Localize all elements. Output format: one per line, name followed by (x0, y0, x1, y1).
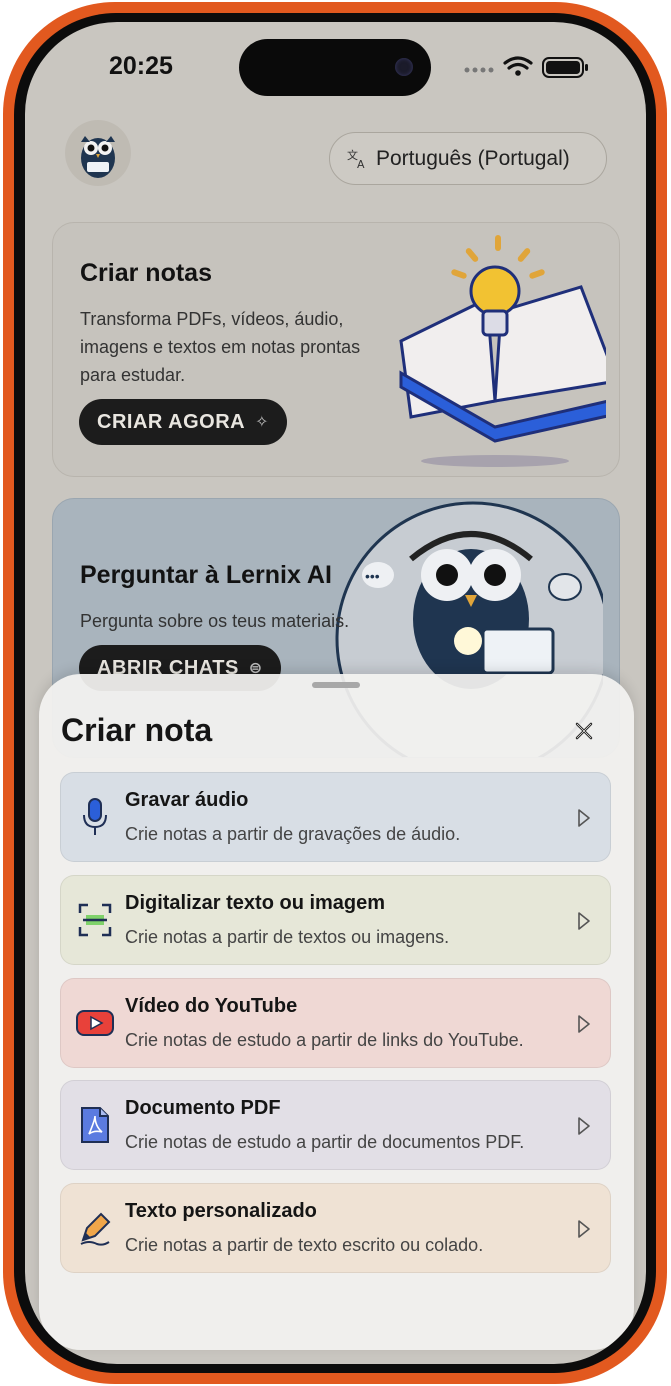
sheet-drag-handle[interactable] (312, 682, 360, 688)
chevron-right-icon (578, 1015, 590, 1033)
card-title: Perguntar à Lernix AI (80, 561, 332, 589)
card-title: Criar notas (80, 259, 212, 287)
option-title: Documento PDF (125, 1097, 281, 1119)
create-notes-card[interactable]: Criar notas Transforma PDFs, vídeos, áud… (52, 222, 620, 477)
close-button[interactable] (569, 716, 599, 746)
microphone-icon (75, 797, 115, 837)
option-title: Vídeo do YouTube (125, 995, 298, 1017)
option-record-audio[interactable]: Gravar áudio Crie notas a partir de grav… (60, 772, 611, 862)
option-scan-text-image[interactable]: Digitalizar texto ou imagem Crie notas a… (60, 875, 611, 965)
status-time: 20:25 (109, 52, 173, 80)
owl-avatar[interactable] (65, 120, 131, 186)
card-description: Transforma PDFs, vídeos, áudio, imagens … (80, 309, 361, 385)
scan-icon (75, 900, 115, 940)
cellular-icon (464, 67, 494, 73)
option-description: Crie notas de estudo a partir de documen… (125, 1132, 525, 1152)
pdf-icon (75, 1105, 115, 1145)
option-title: Gravar áudio (125, 789, 249, 811)
option-description: Crie notas a partir de gravações de áudi… (125, 824, 461, 844)
option-description: Crie notas a partir de texto escrito ou … (125, 1235, 484, 1255)
chevron-right-icon (578, 809, 590, 827)
pen-icon (75, 1208, 115, 1248)
option-youtube-video[interactable]: Vídeo do YouTube Crie notas de estudo a … (60, 978, 611, 1068)
option-title: Texto personalizado (125, 1200, 317, 1222)
card-description: Pergunta sobre os teus materiais. (80, 611, 350, 631)
create-note-sheet: Criar nota Gravar áudio Crie notas a par… (39, 674, 634, 1350)
chevron-right-icon (578, 1117, 590, 1135)
create-now-button[interactable]: CRIAR AGORA ✧ (79, 399, 287, 445)
youtube-icon (75, 1003, 115, 1043)
dynamic-island (239, 39, 431, 96)
option-description: Crie notas de estudo a partir de links d… (125, 1030, 524, 1050)
option-pdf-document[interactable]: Documento PDF Crie notas de estudo a par… (60, 1080, 611, 1170)
wifi-icon (503, 56, 533, 70)
svg-text:A: A (357, 158, 365, 170)
option-custom-text[interactable]: Texto personalizado Crie notas a partir … (60, 1183, 611, 1273)
option-title: Digitalizar texto ou imagem (125, 892, 386, 914)
owl-icon (81, 136, 115, 178)
battery-icon (542, 57, 588, 78)
language-selector[interactable]: 文 A Português (Portugal) (329, 132, 607, 185)
chevron-right-icon (578, 1220, 590, 1238)
svg-text:•••: ••• (365, 568, 380, 584)
book-lightbulb-illustration (399, 235, 606, 467)
language-label: Português (Portugal) (376, 146, 570, 170)
camera-icon (395, 58, 413, 76)
translate-icon: 文 A (347, 148, 365, 170)
option-description: Crie notas a partir de textos ou imagens… (125, 927, 450, 947)
close-icon (575, 722, 593, 740)
status-icons (464, 56, 588, 78)
sheet-title: Criar nota (61, 712, 213, 748)
screen: 20:25 文 A Português (Portugal) Criar not… (25, 22, 646, 1364)
chevron-right-icon (578, 912, 590, 930)
sparkle-icon: ✧ (255, 414, 269, 431)
